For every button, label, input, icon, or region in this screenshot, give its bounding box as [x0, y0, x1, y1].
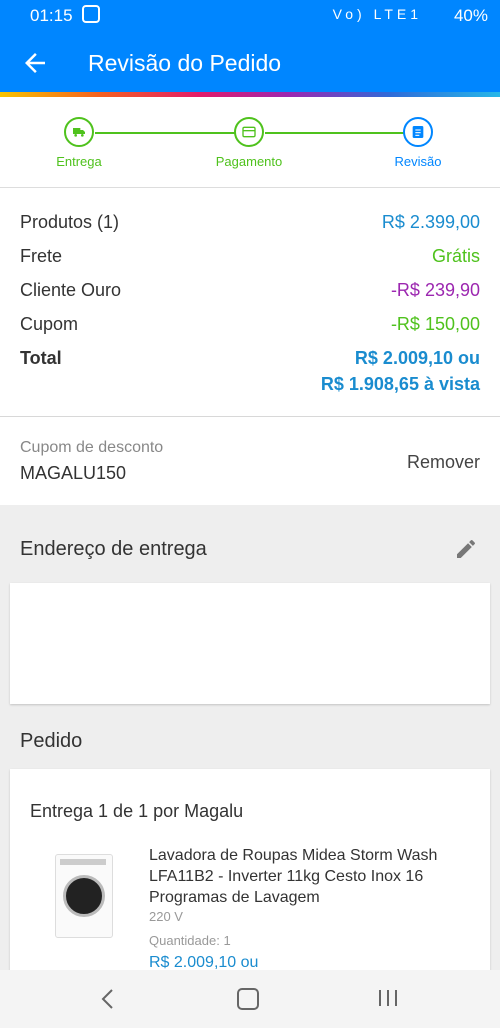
system-navigation-bar — [0, 970, 500, 1028]
truck-icon — [73, 128, 85, 137]
product-quantity: Quantidade: 1 — [149, 933, 231, 948]
washer-panel — [60, 859, 106, 865]
nav-back-icon[interactable] — [98, 987, 118, 1011]
step-label-pagamento: Pagamento — [215, 154, 283, 169]
order-card: Entrega 1 de 1 por Magalu Lavadora de Ro… — [10, 769, 490, 974]
address-card[interactable] — [10, 583, 490, 704]
back-arrow-icon[interactable] — [20, 48, 50, 78]
gold-client-value: -R$ 239,90 — [390, 280, 480, 300]
step-entrega[interactable] — [64, 117, 94, 147]
status-time: 01:15 — [30, 6, 73, 25]
stepper-line — [95, 132, 235, 134]
products-label: Produtos (1) — [20, 212, 120, 232]
shipping-label: Frete — [20, 246, 63, 266]
remove-coupon-button[interactable]: Remover — [407, 452, 480, 473]
total-label: Total — [20, 348, 62, 368]
instagram-icon — [82, 5, 100, 23]
shipping-value: Grátis — [431, 246, 480, 266]
total-value: R$ 2.009,10 ou — [354, 348, 480, 368]
checkout-stepper: Entrega Pagamento Revisão — [0, 97, 500, 188]
coupon-label: Cupom — [20, 314, 79, 334]
step-label-revisao: Revisão — [394, 154, 442, 169]
card-icon — [242, 126, 256, 138]
stepper-line — [265, 132, 405, 134]
step-revisao[interactable] — [403, 117, 433, 147]
address-title: Endereço de entrega — [20, 538, 207, 560]
nav-recents-icon[interactable] — [377, 988, 399, 1008]
coupon-value: -R$ 150,00 — [390, 314, 480, 334]
coupon-code: MAGALU150 — [20, 463, 127, 483]
battery-level: 40% — [453, 6, 488, 25]
step-pagamento[interactable] — [234, 117, 264, 147]
total-cash-value: R$ 1.908,65 à vista — [320, 374, 480, 394]
products-value: R$ 2.399,00 — [381, 212, 480, 232]
page-title: Revisão do Pedido — [88, 50, 282, 76]
coupon-caption: Cupom de desconto — [20, 439, 164, 456]
gold-client-label: Cliente Ouro — [20, 280, 122, 300]
nav-home-icon[interactable] — [237, 988, 259, 1010]
edit-pencil-icon[interactable] — [454, 537, 478, 561]
app-bar — [0, 0, 500, 94]
product-name[interactable]: Lavadora de Roupas Midea Storm Wash LFA1… — [149, 845, 474, 908]
product-image[interactable] — [55, 854, 113, 938]
step-label-entrega: Entrega — [56, 154, 102, 169]
coupon-section: Cupom de desconto MAGALU150 Remover — [0, 417, 500, 505]
washer-door — [63, 875, 105, 917]
order-title: Pedido — [20, 730, 83, 752]
delivery-info: Entrega 1 de 1 por Magalu — [30, 801, 244, 821]
document-icon — [412, 126, 424, 138]
signal-icon: Vo) LTE1 — [332, 6, 422, 22]
product-voltage: 220 V — [149, 909, 183, 924]
order-summary: Produtos (1) R$ 2.399,00 Frete Grátis Cl… — [0, 188, 500, 417]
